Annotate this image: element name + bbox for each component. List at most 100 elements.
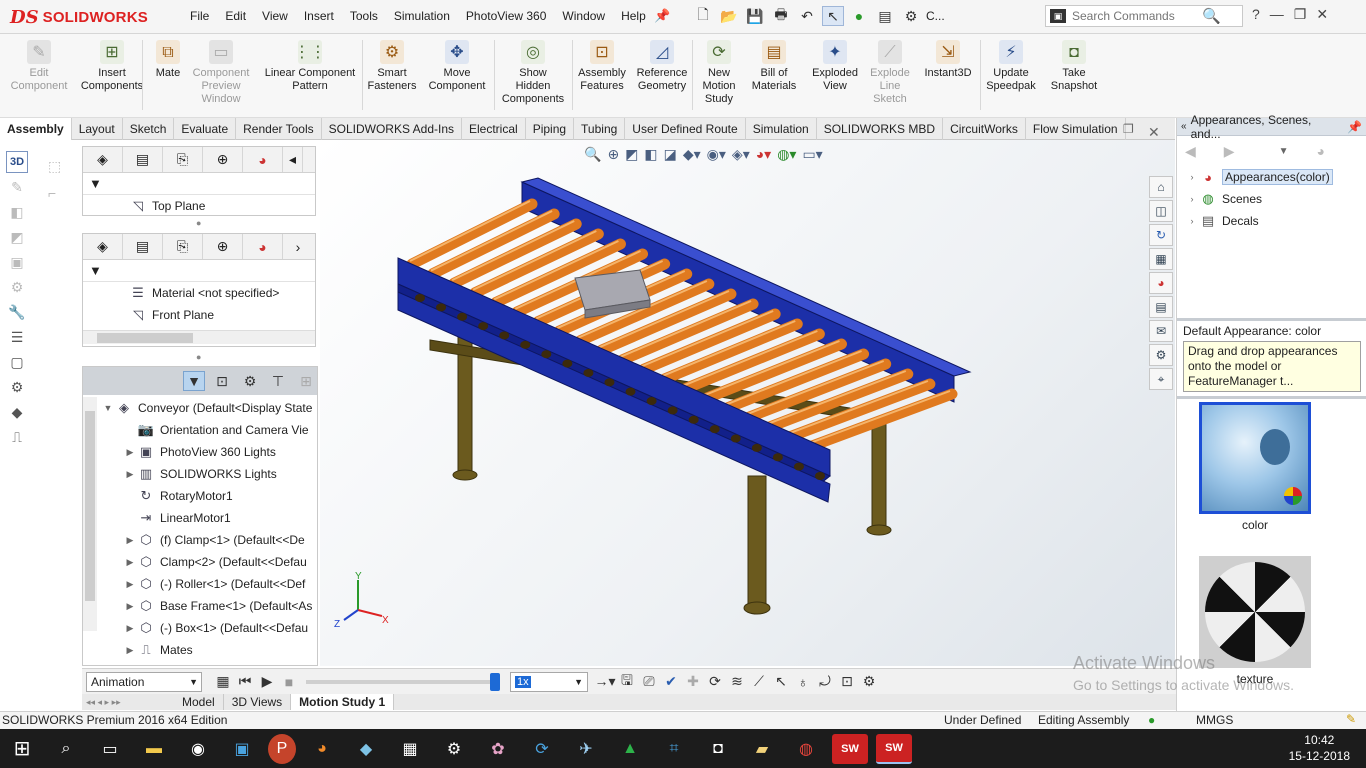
quick-label[interactable]: C... [926,9,945,23]
tree-item[interactable]: ↻ RotaryMotor1 [123,485,317,507]
contact-icon[interactable]: ♁ [792,672,814,692]
graphics-area[interactable] [320,140,1175,666]
close-icon[interactable]: ✕ [1316,6,1328,23]
forward-icon[interactable]: ▶ [1224,143,1235,160]
design-library-tab-icon[interactable]: ◫ [1149,200,1173,222]
results-icon[interactable]: ⊡ [836,672,858,692]
speedpak-button[interactable]: ⚡ Update Speedpak [980,40,1042,93]
gear-dim-icon[interactable]: ⚙ [6,276,28,298]
damper-icon[interactable]: ⟋ [748,672,770,692]
assembly-features-button[interactable]: ⊡ Assembly Features [572,40,632,93]
menu-insert[interactable]: Insert [296,9,342,23]
tree-vertical-scrollbar[interactable] [83,397,97,631]
sync-icon[interactable]: ⟳ [524,734,560,764]
cube-dim-icon[interactable]: ▣ [6,251,28,273]
search-taskbar-icon[interactable]: ⌕ [48,734,84,764]
bottom-tab-model[interactable]: Model [174,694,224,710]
tree-root[interactable]: ▼ ◈ Conveyor (Default<Display State [101,397,317,419]
fm-tree-tab-icon[interactable]: ◈ [83,147,123,172]
play-icon[interactable]: ▶ [256,672,278,692]
line-sub-icon[interactable]: ⌐ [48,185,78,201]
animation-wizard-icon[interactable]: ⎚ [638,672,660,692]
display-tab-icon-2[interactable]: ◕ [243,234,283,259]
conveyor-model[interactable] [320,140,1175,666]
gear-part-icon[interactable]: ⚙ [6,376,28,398]
apply-scene-icon[interactable]: ◍▾ [777,146,796,163]
solidworks-2016-icon[interactable]: SW [832,733,868,764]
filter-icon-2[interactable]: ▼ [89,263,102,278]
appearance-tree-item[interactable]: › ◕ Appearances(color) [1185,166,1366,188]
expand-icon[interactable]: › [1185,216,1199,226]
menu-window[interactable]: Window [554,9,613,23]
zoom-area-icon[interactable]: ⊕ [607,146,619,163]
show-hidden-button[interactable]: ◎ Show Hidden Components [498,40,568,106]
tree-item[interactable]: ▶ ⎍ Mates [123,639,317,661]
autokey-icon[interactable]: ✔ [660,672,682,692]
zoom-to-fit-icon[interactable]: 🔍 [584,146,601,163]
pin-icon[interactable]: 📌 [654,8,670,24]
rebuild-icon[interactable]: ● [848,6,870,26]
collapse-icon[interactable]: ▼ [101,403,115,413]
tab-solidworks-mbd[interactable]: SOLIDWORKS MBD [817,118,944,140]
app-icon[interactable]: ◆ [348,734,384,764]
units-text[interactable]: MMGS [1196,713,1233,727]
appearance-tree-item[interactable]: › ▤ Decals [1185,210,1366,232]
move-component-button[interactable]: ✥ Move Component [424,40,490,93]
fm-horizontal-scrollbar[interactable] [83,330,315,344]
motion-study-button[interactable]: ⟳ New Motion Study [694,40,744,106]
menu-view[interactable]: View [254,9,296,23]
linear-pattern-button[interactable]: ⋮⋮ Linear Component Pattern [258,40,362,93]
tab-nav-arrows[interactable]: ◂◂ ◂ ▸ ▸▸ [82,697,174,708]
filter-icon[interactable]: ▼ [89,176,102,191]
tools-tab-icon[interactable]: ⚙ [1149,344,1173,366]
tab-simulation[interactable]: Simulation [746,118,817,140]
display-tab-icon[interactable]: ◕ [243,147,283,172]
search-input[interactable] [1066,7,1202,25]
tree-item[interactable]: ▶ ▣ PhotoView 360 Lights [123,441,317,463]
results-tab-icon[interactable]: ⌖ [1149,368,1173,390]
forum-tab-icon[interactable]: ✉ [1149,320,1173,342]
view-palette-tab-icon[interactable]: ▦ [1149,248,1173,270]
split-icon[interactable]: ⎍ [6,426,28,448]
custom-properties-tab-icon[interactable]: ▤ [1149,296,1173,318]
fm-more-icon[interactable]: › [283,234,313,259]
undo-icon[interactable]: ↶ [796,6,818,26]
expand-icon[interactable]: ▶ [123,623,137,634]
playback-slider[interactable] [306,672,500,691]
new-document-icon[interactable]: 🗋 [692,6,714,26]
open-icon[interactable]: 📂 [718,6,740,26]
tree-filter2-icon[interactable]: ⊤ [267,371,289,391]
playback-mode-icon[interactable]: →▾ [594,672,616,692]
menu-simulation[interactable]: Simulation [386,9,458,23]
previous-view-icon[interactable]: ◩ [625,146,638,163]
fm-filter-1[interactable]: ▼ [83,173,315,195]
tab-circuitworks[interactable]: CircuitWorks [943,118,1026,140]
task-view-icon[interactable]: ▭ [92,734,128,764]
search-commands-box[interactable]: ▣ 🔍 [1045,5,1243,27]
bottom-tab-3d-views[interactable]: 3D Views [224,694,292,710]
calculator-icon[interactable]: ▦ [392,734,428,764]
tree-filter-icon[interactable]: ▼ [183,371,205,391]
add-key-icon[interactable]: ✚ [682,672,704,692]
study-type-select[interactable]: Animation ▼ [86,671,202,692]
tab-flow-simulation[interactable]: Flow Simulation [1026,118,1126,140]
motion-properties-icon[interactable]: ⚙ [858,672,880,692]
expand-icon[interactable]: › [1185,172,1199,182]
tab-piping[interactable]: Piping [526,118,575,140]
fm2-item[interactable]: ☰ Material <not specified> [83,282,315,304]
expand-icon[interactable]: ▶ [123,535,137,546]
menu-tools[interactable]: Tools [342,9,386,23]
fm-scroll-left-icon[interactable]: ◂ [283,147,303,172]
sketch-icon[interactable]: ✎ [6,176,28,198]
home-appearance-icon[interactable]: ◕ [1316,143,1324,159]
tab-restore-icon[interactable]: ❐ [1123,122,1134,136]
media-player-icon[interactable]: ◉ [180,734,216,764]
tab-render-tools[interactable]: Render Tools [236,118,322,140]
minimize-icon[interactable]: — [1270,6,1284,23]
control-panel-icon[interactable]: ▣ [224,734,260,764]
save-icon[interactable]: 💾 [744,6,766,26]
tree-item[interactable]: ⇥ LinearMotor1 [123,507,317,529]
paint-icon[interactable]: ✿ [480,734,516,764]
color-swatch[interactable] [1199,402,1311,514]
tree-item[interactable]: ▶ ▥ SOLIDWORKS Lights [123,463,317,485]
